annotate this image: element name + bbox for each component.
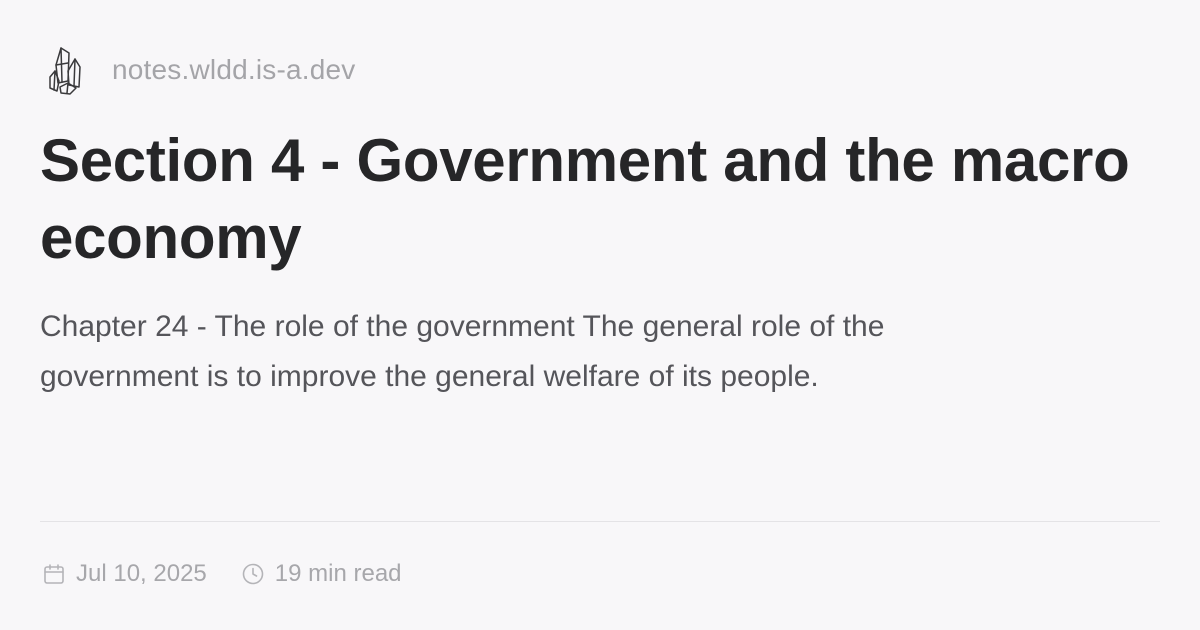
publish-date: Jul 10, 2025 xyxy=(42,560,207,588)
page-title: Section 4 - Government and the macro eco… xyxy=(40,127,1130,271)
clock-icon xyxy=(241,562,265,586)
divider xyxy=(40,521,1160,522)
publish-date-text: Jul 10, 2025 xyxy=(76,560,207,587)
post-excerpt: Chapter 24 - The role of the government … xyxy=(40,310,885,393)
calendar-icon xyxy=(42,562,66,586)
read-time: 19 min read xyxy=(241,560,402,588)
crystal-cluster-icon xyxy=(46,43,86,97)
post-meta: Jul 10, 2025 19 min read xyxy=(42,556,402,592)
site-header: notes.wldd.is-a.dev xyxy=(46,42,355,98)
read-time-text: 19 min read xyxy=(274,560,402,587)
site-name[interactable]: notes.wldd.is-a.dev xyxy=(112,54,355,86)
